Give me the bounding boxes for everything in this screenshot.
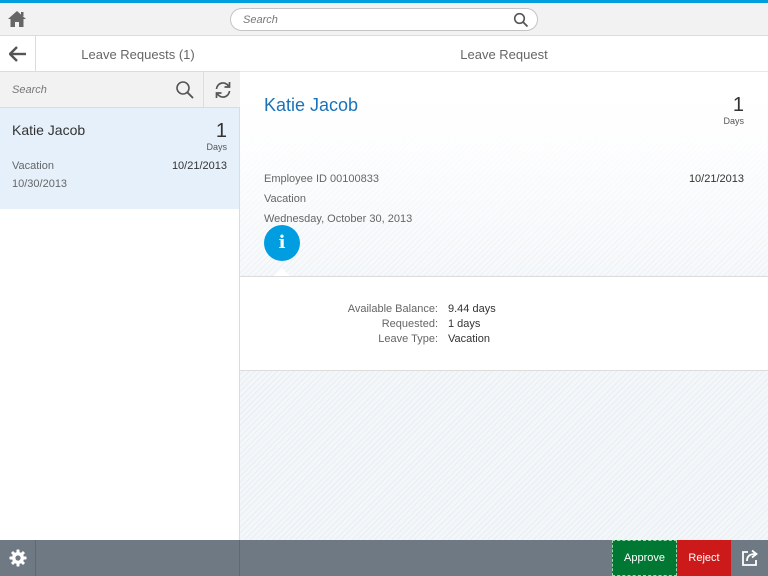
gear-icon [9, 549, 27, 567]
settings-button[interactable] [0, 540, 36, 576]
form-value: 9.44 days [448, 303, 496, 315]
object-title: Katie Jacob [264, 95, 359, 115]
object-header: Katie Jacob 1 Days Employee ID 00100833 … [240, 72, 768, 275]
home-icon [8, 11, 26, 27]
shell-search-input[interactable] [243, 12, 503, 28]
tab-pointer [274, 268, 290, 276]
info-panel: Available Balance: 9.44 days Requested: … [240, 276, 768, 371]
form-row-requested: Requested: 1 days [240, 318, 768, 333]
list-item-leave-date: 10/30/2013 [12, 178, 68, 190]
form-label: Leave Type: [378, 333, 438, 345]
footer-bar: Approve Reject [0, 540, 768, 576]
footer-divider [239, 540, 240, 576]
back-button[interactable] [0, 36, 36, 71]
detail-header: Leave Request [240, 36, 768, 72]
share-icon [742, 549, 758, 566]
reject-button[interactable]: Reject [677, 540, 731, 576]
list-item-name: Katie Jacob [12, 122, 86, 138]
leave-type-attribute: Vacation [264, 193, 306, 205]
search-icon[interactable] [513, 12, 529, 28]
object-number-unit: Days [723, 116, 744, 126]
refresh-icon [215, 82, 231, 98]
object-number: 1 [732, 94, 744, 116]
search-icon[interactable] [175, 80, 195, 100]
employee-id: Employee ID 00100833 [264, 173, 379, 185]
share-button[interactable] [732, 540, 768, 576]
info-icon: i [278, 232, 286, 253]
approve-button[interactable]: Approve [612, 540, 677, 576]
list-item[interactable]: Katie Jacob 1 Days Vacation 10/21/2013 1… [0, 108, 239, 209]
master-search-input[interactable] [12, 82, 162, 98]
form-value: 1 days [448, 318, 481, 330]
list-item-unit: Days [206, 142, 227, 152]
detail-title: Leave Request [460, 47, 548, 62]
list-item-type: Vacation [12, 160, 54, 172]
list-item-number: 1 [215, 120, 227, 142]
refresh-button[interactable] [203, 72, 240, 107]
list-item-request-date: 10/21/2013 [171, 160, 227, 172]
info-tab[interactable]: i [264, 225, 300, 261]
detail-pane: Leave Request Katie Jacob 1 Days Employe… [240, 36, 768, 540]
master-search-bar [0, 72, 240, 108]
form-row-leave-type: Leave Type: Vacation [240, 333, 768, 348]
master-pane: Leave Requests (1) Katie Jacob 1 Days Va… [0, 36, 240, 540]
master-header: Leave Requests (1) [0, 36, 240, 72]
form-row-available-balance: Available Balance: 9.44 days [240, 303, 768, 318]
home-button[interactable] [6, 9, 28, 29]
master-title: Leave Requests (1) [81, 47, 195, 62]
back-arrow-icon [9, 46, 26, 62]
leave-date-attribute: Wednesday, October 30, 2013 [264, 213, 413, 225]
form-label: Requested: [381, 318, 438, 330]
shell-bar [0, 3, 768, 36]
request-date: 10/21/2013 [688, 173, 744, 185]
form-value: Vacation [448, 333, 490, 345]
form-label: Available Balance: [347, 303, 438, 315]
shell-search-field [230, 8, 538, 31]
